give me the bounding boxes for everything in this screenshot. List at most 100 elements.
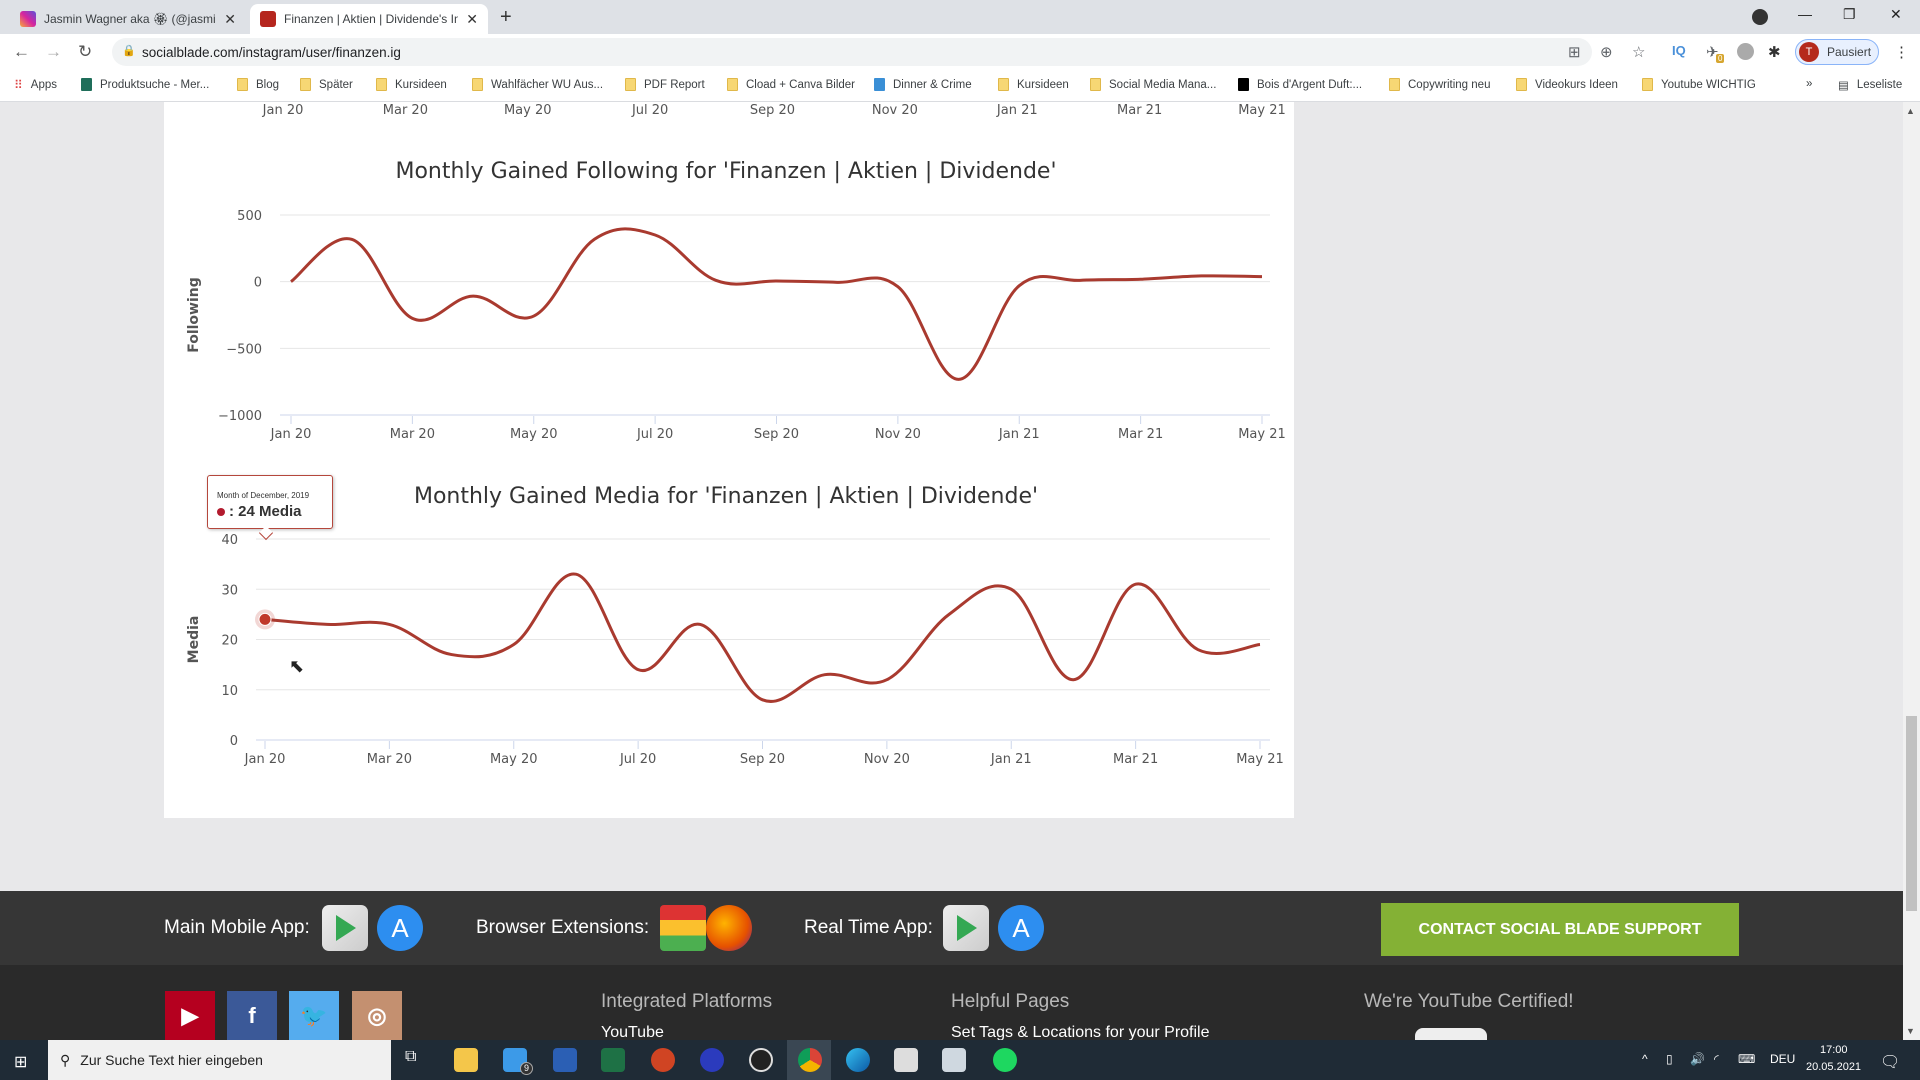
bookmark-label: Wahlfächer WU Aus... <box>491 78 604 91</box>
more-bookmarks-button[interactable]: » <box>1806 78 1812 90</box>
audacity-icon[interactable] <box>700 1048 724 1072</box>
volume-icon[interactable]: 🔊 <box>1690 1052 1705 1066</box>
twitter-icon[interactable]: 🐦 <box>289 991 339 1041</box>
bookmark-label: Bois d'Argent Duft:... <box>1257 78 1363 91</box>
google-play-icon[interactable] <box>322 905 368 951</box>
word-icon[interactable] <box>553 1048 577 1072</box>
bookmark-item[interactable]: Videokurs Ideen <box>1516 78 1618 91</box>
y-tick-label: −1000 <box>218 409 262 424</box>
iq-extension-icon[interactable]: IQ <box>1672 43 1686 58</box>
powerpoint-icon[interactable] <box>651 1048 675 1072</box>
x-tick-label: May 20 <box>504 103 552 118</box>
scrollbar-thumb[interactable] <box>1906 716 1917 911</box>
bookmark-item[interactable]: Bois d'Argent Duft:... <box>1238 78 1362 91</box>
minimize-button[interactable]: — <box>1798 6 1812 22</box>
edge-icon[interactable] <box>846 1048 870 1072</box>
translate-icon[interactable]: ⊞ <box>1568 43 1581 61</box>
bookmark-item[interactable]: Copywriting neu <box>1389 78 1490 91</box>
zoom-icon[interactable]: ⊕ <box>1600 43 1613 61</box>
adblock-icon[interactable] <box>1737 43 1754 60</box>
folder-icon <box>727 78 738 91</box>
close-tab-icon[interactable]: ✕ <box>466 11 478 28</box>
excel-icon[interactable] <box>601 1048 625 1072</box>
tray-chevron-icon[interactable]: ^ <box>1642 1052 1648 1066</box>
scroll-down-icon[interactable]: ▼ <box>1906 1026 1915 1036</box>
instagram-icon[interactable]: ◎ <box>352 991 402 1041</box>
back-button[interactable]: ← <box>13 42 30 62</box>
bookmark-item[interactable]: Später <box>300 78 353 91</box>
bookmark-item[interactable]: Blog <box>237 78 279 91</box>
profile-button[interactable]: T Pausiert <box>1795 39 1879 65</box>
bookmark-star-icon[interactable]: ☆ <box>1632 43 1645 61</box>
tooltip-header: Month of December, 2019 <box>217 491 310 500</box>
url-text[interactable]: socialblade.com/instagram/user/finanzen.… <box>142 45 401 60</box>
taskbar-search[interactable]: ⚲ Zur Suche Text hier eingeben <box>48 1040 391 1080</box>
close-tab-icon[interactable]: ✕ <box>224 11 236 28</box>
document-app-icon[interactable] <box>942 1048 966 1072</box>
restore-button[interactable]: ❐ <box>1843 6 1856 23</box>
bookmark-item[interactable]: Dinner & Crime <box>874 78 972 91</box>
new-tab-button[interactable]: + <box>500 6 512 29</box>
wifi-icon[interactable]: ◜ <box>1714 1052 1719 1066</box>
bookmark-item[interactable]: Cload + Canva Bilder <box>727 78 855 91</box>
contact-support-button[interactable]: CONTACT SOCIAL BLADE SUPPORT <box>1381 903 1739 956</box>
language-indicator[interactable]: DEU <box>1770 1052 1795 1066</box>
tab-title: Jasmin Wagner aka 🏵 (@jasmin <box>44 12 217 26</box>
chart-tooltip: Month of December, 2019 : 24 Media <box>207 475 333 541</box>
extensions-puzzle-icon[interactable]: ✱ <box>1768 43 1781 61</box>
close-window-button[interactable]: ✕ <box>1890 6 1902 23</box>
app-store-icon[interactable]: A <box>998 905 1044 951</box>
spotify-icon[interactable] <box>993 1048 1017 1072</box>
bookmark-label: Blog <box>256 78 280 91</box>
menu-kebab-icon[interactable]: ⋮ <box>1894 43 1909 61</box>
file-explorer-icon[interactable] <box>454 1048 478 1072</box>
chrome-icon[interactable] <box>798 1048 822 1072</box>
lock-icon[interactable]: 🔒 <box>122 44 136 57</box>
charts-svg: Jan 20 Mar 20 May 20 Jul 20 Sep 20 Nov 20 Jan … <box>186 103 1286 767</box>
x-tick-label: Mar 21 <box>1113 752 1158 767</box>
obs-icon[interactable] <box>749 1048 773 1072</box>
bookmark-item[interactable]: Kursideen <box>376 78 447 91</box>
snipping-tool-icon[interactable] <box>894 1048 918 1072</box>
x-tick-label: Jan 21 <box>996 103 1038 118</box>
forward-button[interactable]: → <box>45 42 62 62</box>
task-view-icon[interactable]: ⧉ <box>405 1048 429 1072</box>
x-tick-label: Nov 20 <box>872 103 918 118</box>
app-store-icon[interactable]: A <box>377 905 423 951</box>
keyboard-icon[interactable]: ⌨ <box>1738 1052 1755 1066</box>
facebook-icon[interactable]: f <box>227 991 277 1041</box>
browser-extensions-label: Browser Extensions: <box>476 917 650 938</box>
google-play-icon[interactable] <box>943 905 989 951</box>
bookmark-label: Cload + Canva Bilder <box>746 78 855 91</box>
firefox-icon[interactable] <box>706 905 752 951</box>
scroll-up-icon[interactable]: ▲ <box>1906 106 1915 116</box>
bookmark-item[interactable]: Social Media Mana... <box>1090 78 1216 91</box>
x-tick-label: May 21 <box>1236 752 1284 767</box>
avatar: T <box>1799 42 1819 62</box>
notifications-icon[interactable]: 🗨 <box>1880 1052 1900 1072</box>
bookmark-item[interactable]: Youtube WICHTIG <box>1642 78 1756 91</box>
meet-icon[interactable]: ▯ <box>1666 1052 1673 1066</box>
tab-socialblade[interactable]: Finanzen | Aktien | Dividende's In ✕ <box>250 4 488 34</box>
windows-start-icon[interactable]: ⊞ <box>14 1052 27 1072</box>
apps-footer: Main Mobile App: A Browser Extensions: R… <box>0 891 1903 965</box>
reload-button[interactable]: ↻ <box>78 42 92 62</box>
bookmark-item[interactable]: Produktsuche - Mer... <box>81 78 209 91</box>
jd-icon <box>874 78 885 91</box>
bookmark-label: Kursideen <box>1017 78 1069 91</box>
youtube-certified-logo <box>1415 1028 1487 1040</box>
clock-time[interactable]: 17:00 <box>1820 1044 1848 1056</box>
clock-date[interactable]: 20.05.2021 <box>1806 1061 1861 1073</box>
x-tick-label: Jan 20 <box>244 752 286 767</box>
bookmark-item[interactable]: Kursideen <box>998 78 1069 91</box>
bookmark-apps[interactable]: ⠿ Apps <box>14 78 57 92</box>
tooltip-value-row: : 24 Media <box>217 503 302 520</box>
folder-icon <box>376 78 387 91</box>
bookmark-item[interactable]: Wahlfächer WU Aus... <box>472 78 603 91</box>
reading-list-button[interactable]: ▤ Leseliste <box>1838 78 1902 92</box>
tab-instagram[interactable]: Jasmin Wagner aka 🏵 (@jasmin ✕ <box>10 4 246 34</box>
chrome-store-icon[interactable] <box>660 905 706 951</box>
tab-search-icon[interactable] <box>1752 9 1768 25</box>
youtube-icon[interactable]: ▶ <box>165 991 215 1041</box>
bookmark-item[interactable]: PDF Report <box>625 78 705 91</box>
